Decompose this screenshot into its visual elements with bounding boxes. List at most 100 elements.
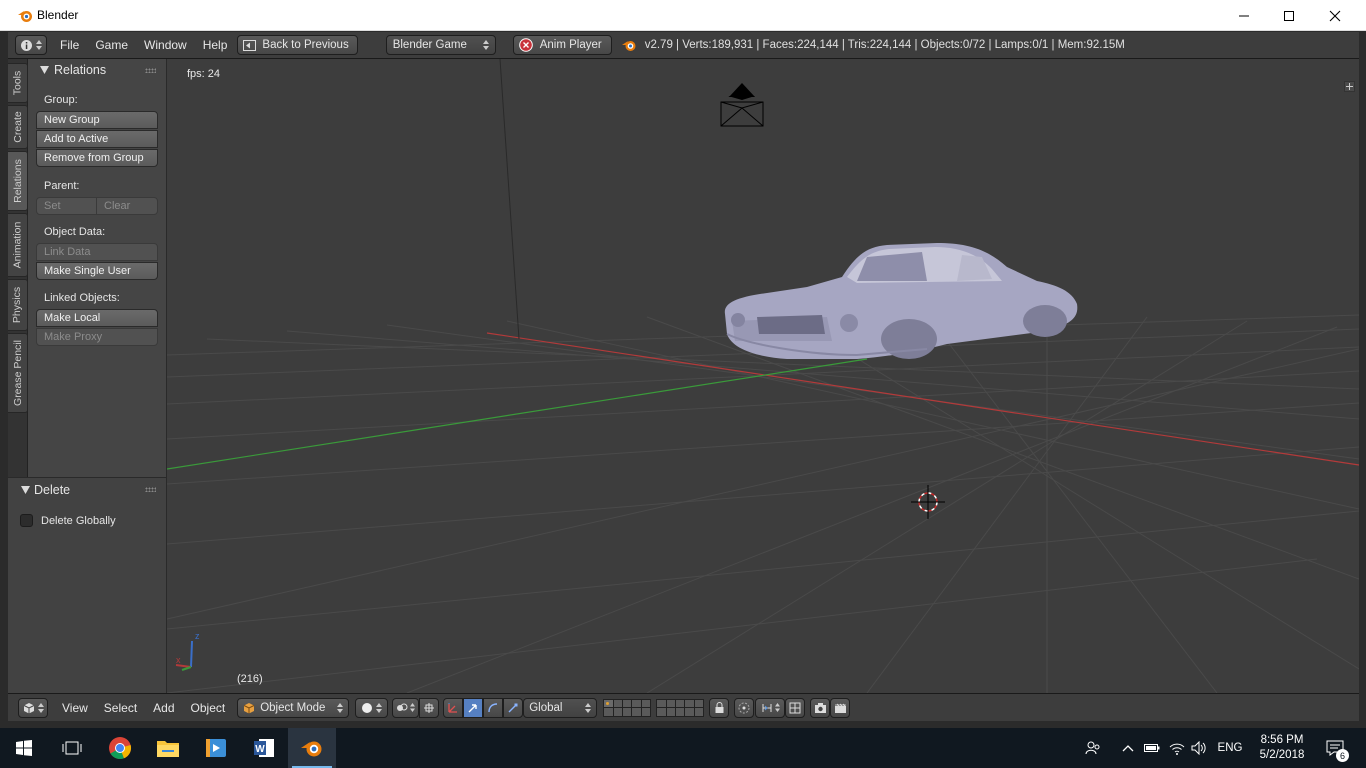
anim-player-button[interactable]: Anim Player — [512, 35, 612, 55]
drag-handle-icon[interactable] — [145, 487, 156, 492]
task-view-button[interactable] — [48, 728, 96, 768]
add-to-active-button[interactable]: Add to Active — [36, 130, 158, 148]
3d-cursor[interactable] — [911, 485, 945, 519]
manipulate-center-button[interactable] — [419, 697, 440, 718]
layer-button[interactable] — [685, 708, 694, 716]
maximize-button[interactable] — [1266, 0, 1312, 31]
layer-button[interactable] — [632, 699, 641, 707]
layer-button[interactable] — [604, 699, 613, 707]
back-to-previous-button[interactable]: Back to Previous — [237, 35, 358, 55]
3d-viewport[interactable]: fps: 24 (216) z x — [167, 59, 1359, 693]
taskbar-word[interactable]: W — [240, 728, 288, 768]
layer-button[interactable] — [613, 708, 622, 716]
updown-arrows-icon — [774, 703, 780, 712]
volume-button[interactable] — [1188, 728, 1210, 768]
rotate-manipulator-button[interactable] — [483, 697, 504, 718]
layer-button[interactable] — [623, 699, 632, 707]
delete-globally-option[interactable]: Delete Globally — [20, 514, 116, 527]
people-button[interactable] — [1082, 728, 1104, 768]
menu-help[interactable]: Help — [195, 38, 236, 52]
camera-object[interactable] — [720, 83, 764, 127]
menu-window[interactable]: Window — [136, 38, 195, 52]
new-group-button[interactable]: New Group — [36, 111, 158, 129]
group-label: Group: — [44, 94, 78, 106]
engine-selector[interactable]: Blender Game — [385, 35, 496, 55]
minimize-button[interactable] — [1221, 0, 1267, 31]
snap-element-selector[interactable] — [755, 697, 786, 718]
battery-button[interactable] — [1142, 728, 1162, 768]
updown-arrows-icon — [410, 703, 416, 712]
tab-create[interactable]: Create — [8, 105, 28, 149]
parent-set-button[interactable]: Set — [36, 197, 97, 215]
close-button[interactable] — [1312, 0, 1358, 31]
lock-layers-button[interactable] — [709, 697, 730, 718]
input-language[interactable]: ENG — [1214, 728, 1246, 768]
make-local-button[interactable]: Make Local — [36, 309, 158, 327]
parent-clear-button[interactable]: Clear — [96, 197, 158, 215]
network-button[interactable] — [1166, 728, 1188, 768]
layer-button[interactable] — [657, 699, 666, 707]
menu-object[interactable]: Object — [183, 701, 234, 715]
clock[interactable]: 8:56 PM 5/2/2018 — [1252, 728, 1312, 768]
proportional-edit-button[interactable] — [734, 697, 755, 718]
drag-handle-icon[interactable] — [145, 68, 156, 73]
tab-tools[interactable]: Tools — [8, 63, 28, 103]
snap-target-button[interactable] — [785, 697, 806, 718]
taskbar-file-explorer[interactable] — [144, 728, 192, 768]
taskbar-chrome[interactable] — [96, 728, 144, 768]
viewport-shading-selector[interactable] — [355, 697, 389, 718]
menu-file[interactable]: File — [52, 38, 87, 52]
make-single-user-button[interactable]: Make Single User — [36, 262, 158, 280]
layers-group-2[interactable] — [656, 698, 705, 717]
layer-button[interactable] — [613, 699, 622, 707]
show-hidden-icons-button[interactable] — [1118, 728, 1138, 768]
editor-type-button[interactable] — [18, 697, 48, 718]
menu-game[interactable]: Game — [87, 38, 136, 52]
layer-button[interactable] — [666, 699, 675, 707]
tab-physics[interactable]: Physics — [8, 279, 28, 331]
layer-button[interactable] — [676, 708, 685, 716]
tab-relations[interactable]: Relations — [8, 151, 28, 211]
layer-button[interactable] — [623, 708, 632, 716]
menu-view[interactable]: View — [54, 701, 96, 715]
delete-globally-checkbox[interactable] — [20, 514, 33, 527]
pivot-icon — [397, 703, 408, 711]
editor-type-button[interactable] — [15, 35, 47, 55]
properties-toggle-button[interactable] — [1344, 81, 1355, 92]
taskbar-media-player[interactable] — [192, 728, 240, 768]
layer-button[interactable] — [632, 708, 641, 716]
menu-add[interactable]: Add — [145, 701, 182, 715]
pivot-point-selector[interactable] — [392, 697, 420, 718]
layer-button[interactable] — [641, 708, 651, 716]
car-model[interactable] — [724, 243, 1078, 359]
taskbar-blender[interactable] — [288, 728, 336, 768]
remove-from-group-button[interactable]: Remove from Group — [36, 149, 158, 167]
mode-selector[interactable]: Object Mode — [237, 697, 350, 718]
scale-manipulator-button[interactable] — [503, 697, 524, 718]
transform-orientation-selector[interactable]: Global — [523, 697, 598, 718]
opengl-render-button[interactable] — [810, 697, 831, 718]
layer-button[interactable] — [676, 699, 685, 707]
link-data-button[interactable]: Link Data — [36, 243, 158, 261]
action-center-button[interactable]: 6 — [1318, 728, 1352, 768]
viewport-header: View Select Add Object Object Mode Globa… — [8, 693, 1359, 721]
layer-button[interactable] — [657, 708, 666, 716]
operator-panel-header[interactable]: Delete — [8, 479, 166, 501]
layers-group-1[interactable] — [603, 698, 652, 717]
translate-manipulator-button[interactable] — [463, 697, 484, 718]
layer-button[interactable] — [685, 699, 694, 707]
opengl-render-animation-button[interactable] — [830, 697, 851, 718]
menu-select[interactable]: Select — [96, 701, 145, 715]
tab-grease-pencil[interactable]: Grease Pencil — [8, 333, 28, 413]
tab-animation[interactable]: Animation — [8, 213, 28, 277]
layer-button[interactable] — [666, 708, 675, 716]
start-button[interactable] — [0, 728, 48, 768]
layer-button[interactable] — [641, 699, 651, 707]
manipulator-toggle[interactable] — [443, 697, 464, 718]
rotate-arc-icon — [488, 702, 498, 712]
layer-button[interactable] — [604, 708, 613, 716]
layer-button[interactable] — [694, 699, 704, 707]
layer-button[interactable] — [694, 708, 704, 716]
make-proxy-button[interactable]: Make Proxy — [36, 328, 158, 346]
plus-icon — [1346, 83, 1353, 90]
